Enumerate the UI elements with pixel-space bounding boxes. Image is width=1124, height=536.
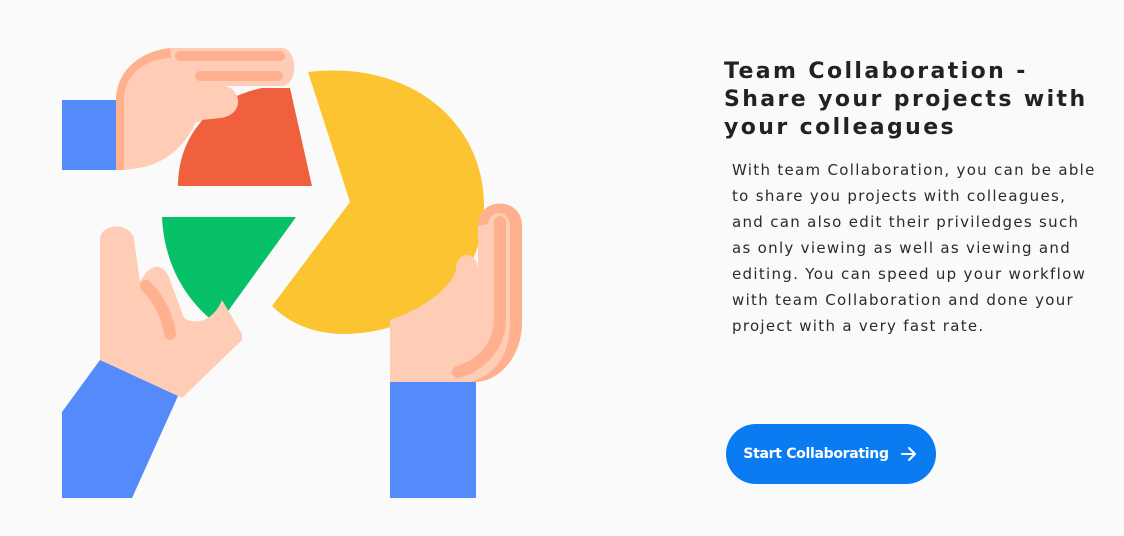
start-collaborating-label: Start Collaborating (743, 446, 889, 462)
page-title: Team Collaboration - Share your projects… (724, 59, 1088, 140)
team-collaboration-illustration (62, 48, 522, 498)
top-left-sleeve (62, 100, 120, 170)
bottom-right-sleeve (390, 382, 476, 498)
bottom-right-palm-edge (390, 322, 430, 382)
hero-content: Team Collaboration - Share your projects… (724, 58, 1104, 339)
start-collaborating-button[interactable]: Start Collaborating (726, 424, 936, 484)
arrow-right-icon (899, 444, 919, 464)
hero-description: With team Collaboration, you can be able… (732, 161, 1096, 335)
